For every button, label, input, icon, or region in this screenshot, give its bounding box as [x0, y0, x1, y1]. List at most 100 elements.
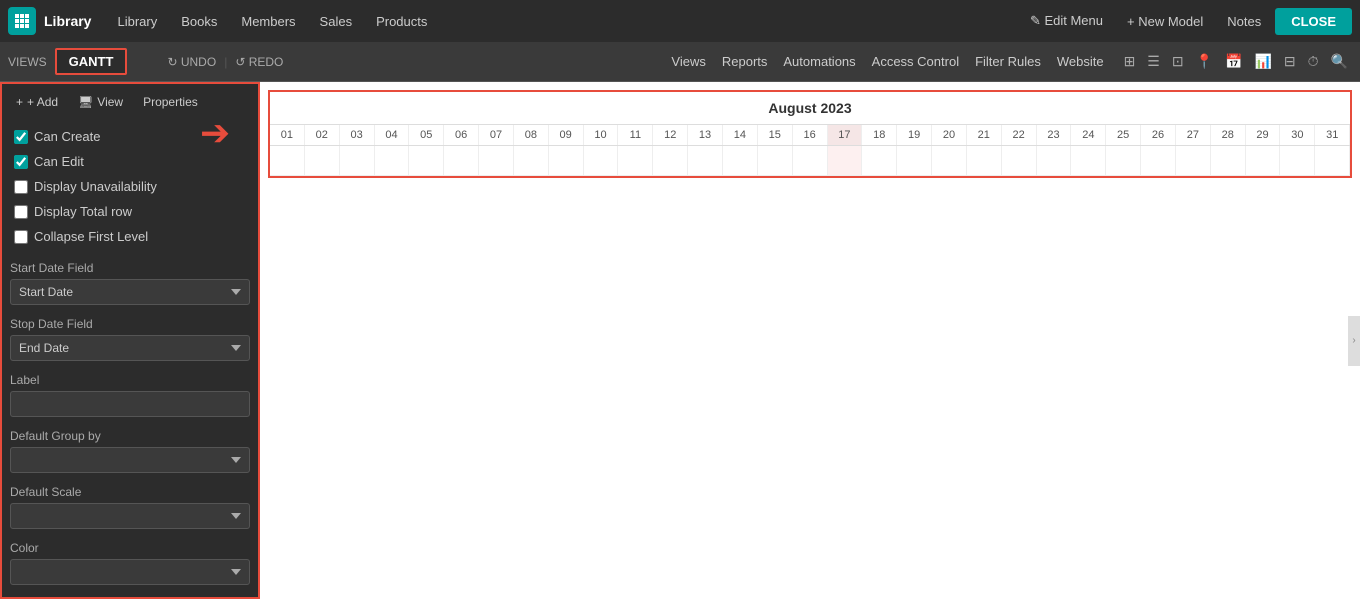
gantt-day-21: 21 — [967, 125, 1002, 145]
new-model-btn[interactable]: + New Model — [1117, 10, 1213, 33]
nav-members[interactable]: Members — [231, 10, 305, 33]
can-edit-input[interactable] — [14, 155, 28, 169]
collapse-first-level-check[interactable]: Collapse First Level — [10, 224, 250, 249]
gantt-cell-21 — [967, 146, 1002, 176]
gantt-cell-28 — [1211, 146, 1246, 176]
tb-access-control[interactable]: Access Control — [872, 54, 959, 69]
default-group-select[interactable]: Name Category — [10, 447, 250, 473]
views-label: VIEWS — [8, 55, 47, 69]
redo-btn[interactable]: ↺ REDO — [235, 55, 283, 69]
gantt-cell-02 — [305, 146, 340, 176]
tb-filter-rules[interactable]: Filter Rules — [975, 54, 1041, 69]
gantt-body-row — [270, 146, 1350, 176]
nav-library[interactable]: Library — [107, 10, 167, 33]
can-edit-check[interactable]: Can Edit — [10, 149, 250, 174]
gantt-chart: August 2023 0102030405060708091011121314… — [268, 90, 1352, 178]
label-input[interactable] — [10, 391, 250, 417]
tb-reports[interactable]: Reports — [722, 54, 768, 69]
nav-products[interactable]: Products — [366, 10, 437, 33]
gantt-cell-09 — [549, 146, 584, 176]
calendar-icon[interactable]: 📅 — [1221, 51, 1246, 72]
gantt-cell-15 — [758, 146, 793, 176]
top-nav-right: ✎ Edit Menu + New Model Notes CLOSE — [1020, 8, 1352, 35]
kanban-icon[interactable]: ⊞ — [1120, 51, 1140, 72]
gantt-tab[interactable]: GANTT — [55, 48, 128, 75]
close-button[interactable]: CLOSE — [1275, 8, 1352, 35]
gantt-day-04: 04 — [375, 125, 410, 145]
display-total-row-input[interactable] — [14, 205, 28, 219]
tb-views[interactable]: Views — [671, 54, 705, 69]
gantt-day-26: 26 — [1141, 125, 1176, 145]
properties-btn[interactable]: Properties — [137, 92, 204, 112]
default-scale-section: Default Scale Day Week Month — [10, 485, 250, 529]
gantt-day-08: 08 — [514, 125, 549, 145]
search-icon[interactable]: 🔍 — [1327, 51, 1352, 72]
separator: | — [224, 55, 227, 69]
default-scale-select[interactable]: Day Week Month — [10, 503, 250, 529]
color-select[interactable]: Red Blue Green — [10, 559, 250, 585]
stop-date-select[interactable]: Start Date End Date Created Date — [10, 335, 250, 361]
undo-btn[interactable]: ↻ UNDO — [167, 55, 216, 69]
view-btn[interactable]: 🖥 View — [72, 92, 129, 112]
collapse-handle[interactable]: › — [1348, 316, 1360, 366]
gantt-cell-12 — [653, 146, 688, 176]
gantt-day-27: 27 — [1176, 125, 1211, 145]
chevron-left-icon: › — [1352, 335, 1355, 346]
gantt-icon[interactable]: ⏱ — [1304, 51, 1323, 72]
gantt-cell-13 — [688, 146, 723, 176]
can-create-check[interactable]: Can Create — [10, 124, 250, 149]
gantt-cell-31 — [1315, 146, 1350, 176]
gantt-day-12: 12 — [653, 125, 688, 145]
gantt-day-11: 11 — [618, 125, 653, 145]
toolbar-icons: ⊞ ☰ ⊡ 📍 📅 📊 ⊟ ⏱ 🔍 — [1120, 51, 1352, 72]
can-create-input[interactable] — [14, 130, 28, 144]
tb-website[interactable]: Website — [1057, 54, 1104, 69]
color-field-label: Color — [10, 541, 250, 555]
graph-icon[interactable]: 📊 — [1250, 51, 1275, 72]
gantt-day-05: 05 — [409, 125, 444, 145]
gantt-day-25: 25 — [1106, 125, 1141, 145]
second-toolbar: VIEWS GANTT ↻ UNDO | ↺ REDO Views Report… — [0, 42, 1360, 82]
gantt-cell-30 — [1280, 146, 1315, 176]
edit-menu-btn[interactable]: ✎ Edit Menu — [1020, 9, 1113, 33]
gantt-day-15: 15 — [758, 125, 793, 145]
list-icon[interactable]: ☰ — [1143, 51, 1164, 72]
gantt-cell-07 — [479, 146, 514, 176]
pivot-icon[interactable]: ⊟ — [1280, 51, 1300, 72]
gantt-cell-16 — [793, 146, 828, 176]
display-total-row-check[interactable]: Display Total row — [10, 199, 250, 224]
start-date-select[interactable]: Start Date End Date Created Date — [10, 279, 250, 305]
stop-date-section: Stop Date Field Start Date End Date Crea… — [10, 317, 250, 361]
gantt-cell-04 — [375, 146, 410, 176]
display-unavailability-input[interactable] — [14, 180, 28, 194]
gantt-day-19: 19 — [897, 125, 932, 145]
add-btn[interactable]: + + Add — [10, 92, 64, 112]
nav-books[interactable]: Books — [171, 10, 227, 33]
gantt-day-23: 23 — [1037, 125, 1072, 145]
gantt-cell-23 — [1037, 146, 1072, 176]
gantt-cell-18 — [862, 146, 897, 176]
gantt-day-18: 18 — [862, 125, 897, 145]
gantt-day-28: 28 — [1211, 125, 1246, 145]
view-icon: 🖥 — [78, 95, 93, 109]
gantt-cell-20 — [932, 146, 967, 176]
gantt-day-29: 29 — [1246, 125, 1281, 145]
grid-view-icon[interactable]: ⊡ — [1168, 51, 1188, 72]
plus-icon: + — [16, 95, 23, 109]
stop-date-label: Stop Date Field — [10, 317, 250, 331]
gantt-day-16: 16 — [793, 125, 828, 145]
display-unavailability-check[interactable]: Display Unavailability — [10, 174, 250, 199]
gantt-month-header: August 2023 — [270, 92, 1350, 125]
gantt-cell-25 — [1106, 146, 1141, 176]
gantt-day-07: 07 — [479, 125, 514, 145]
gantt-day-24: 24 — [1071, 125, 1106, 145]
label-section: Label — [10, 373, 250, 417]
nav-sales[interactable]: Sales — [310, 10, 363, 33]
notes-btn[interactable]: Notes — [1217, 10, 1271, 33]
gantt-day-22: 22 — [1002, 125, 1037, 145]
undo-redo-group: ↻ UNDO | ↺ REDO — [167, 55, 283, 69]
tb-automations[interactable]: Automations — [783, 54, 855, 69]
gantt-day-20: 20 — [932, 125, 967, 145]
collapse-first-level-input[interactable] — [14, 230, 28, 244]
map-icon[interactable]: 📍 — [1192, 51, 1217, 72]
